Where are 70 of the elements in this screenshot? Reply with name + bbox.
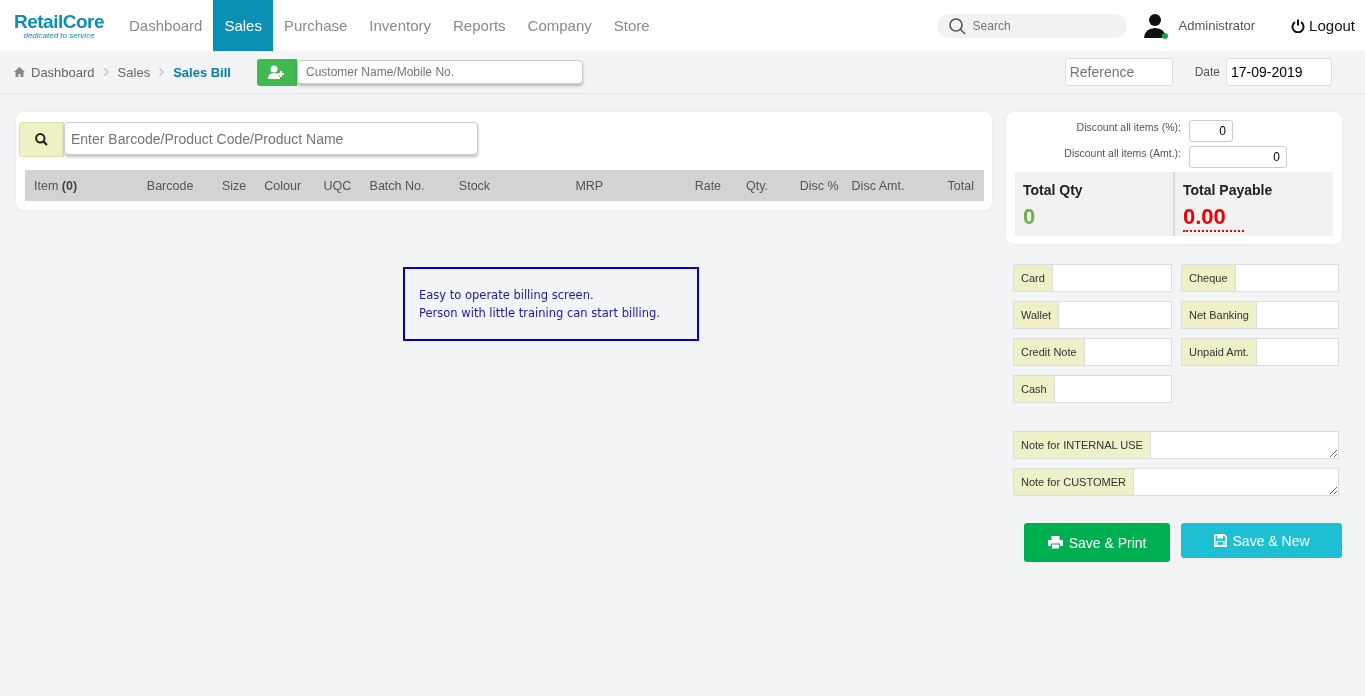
nav-tab[interactable]: Store xyxy=(602,0,661,51)
payment-label: Cheque xyxy=(1181,264,1235,292)
column-header: MRP xyxy=(575,178,605,193)
payment-field[interactable] xyxy=(1255,301,1339,329)
column-header: Item (0) xyxy=(34,178,79,193)
nav-tab[interactable]: Reports xyxy=(442,0,517,51)
save-new-button[interactable]: Save & New xyxy=(1181,523,1342,558)
note-field[interactable] xyxy=(1149,431,1339,459)
column-header: Total xyxy=(946,178,974,193)
column-header: Batch No. xyxy=(369,178,426,193)
payment-field[interactable] xyxy=(1051,264,1172,292)
payment-label: Wallet xyxy=(1013,301,1059,329)
callout-note: Easy to operate billing screen. Person with little training can start billing. xyxy=(403,267,699,341)
payment-label: Unpaid Amt. xyxy=(1181,338,1256,366)
search-field[interactable]: Search xyxy=(936,13,1127,38)
note-field[interactable] xyxy=(1132,468,1339,496)
search-icon xyxy=(35,133,48,146)
note-label: Note for CUSTOMER xyxy=(1013,468,1133,496)
nav-tab[interactable]: Purchase xyxy=(272,0,359,51)
home-icon xyxy=(14,67,25,77)
breadcrumb-link[interactable]: Sales xyxy=(117,64,151,80)
column-header: UQC xyxy=(323,178,353,193)
breadcrumb-link[interactable]: Sales Bill xyxy=(173,64,231,80)
payment-field[interactable] xyxy=(1053,375,1172,403)
breadcrumb-link[interactable]: Dashboard xyxy=(31,64,95,80)
save-print-button[interactable]: Save & Print xyxy=(1024,523,1171,562)
search-button[interactable] xyxy=(19,122,64,157)
customer-field[interactable]: Customer Name/Mobile No. xyxy=(297,60,583,84)
nav-tab[interactable]: Inventory xyxy=(358,0,443,51)
brand-logo[interactable]: RetailCore dedicated to service xyxy=(14,11,105,40)
discount-field[interactable]: 0 xyxy=(1189,146,1287,168)
nav-tab[interactable]: Sales xyxy=(213,0,273,51)
reference-field[interactable]: Reference xyxy=(1064,58,1173,86)
power-icon xyxy=(1291,18,1306,33)
logout-link[interactable]: Logout xyxy=(1291,17,1355,34)
total-label: Total Payable xyxy=(1183,182,1274,198)
date-field[interactable]: 17-09-2019 xyxy=(1226,58,1332,86)
add-user-icon xyxy=(268,65,286,79)
nav-tab[interactable]: Company xyxy=(516,0,603,51)
chevron-icon xyxy=(103,68,109,76)
printer-icon xyxy=(1047,536,1063,549)
column-header: Stock xyxy=(458,178,492,193)
user-name[interactable]: Administrator xyxy=(1178,18,1256,33)
payment-label: Cash xyxy=(1013,375,1054,403)
column-header: Rate xyxy=(693,178,722,193)
column-header: Disc Amt. xyxy=(850,178,905,193)
product-search-field[interactable]: Enter Barcode/Product Code/Product Name xyxy=(64,122,478,155)
column-header: Barcode xyxy=(146,178,195,193)
payment-field[interactable] xyxy=(1058,301,1172,329)
payment-label: Net Banking xyxy=(1181,301,1256,329)
discount-label: Discount all items (Amt.): xyxy=(1063,147,1182,159)
column-header: Colour xyxy=(264,178,303,193)
note-label: Note for INTERNAL USE xyxy=(1013,431,1150,459)
date-label: Date xyxy=(1194,65,1220,79)
payment-field[interactable] xyxy=(1255,338,1339,366)
total-value: 0 xyxy=(1023,204,1036,230)
payment-label: Credit Note xyxy=(1013,338,1084,366)
total-value: 0.00 xyxy=(1183,204,1244,232)
payment-field[interactable] xyxy=(1083,338,1172,366)
payment-label: Card xyxy=(1013,264,1052,292)
column-header: Qty. xyxy=(745,178,769,193)
add-customer-button[interactable] xyxy=(257,58,297,86)
column-header: Disc % xyxy=(798,178,839,193)
total-label: Total Qty xyxy=(1023,182,1084,198)
discount-field[interactable]: 0 xyxy=(1189,120,1233,142)
nav-tab[interactable]: Dashboard xyxy=(118,0,214,51)
column-header: Size xyxy=(222,178,248,193)
payment-field[interactable] xyxy=(1234,264,1339,292)
chevron-icon xyxy=(159,68,165,76)
discount-label: Discount all items (%): xyxy=(1075,121,1182,133)
